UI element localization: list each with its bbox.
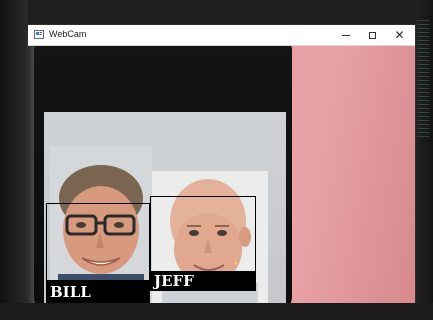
desktop-right-edge <box>415 0 433 320</box>
desktop-left-edge <box>0 0 28 320</box>
background-code-window <box>417 20 429 140</box>
close-button[interactable]: ✕ <box>386 25 413 45</box>
close-icon: ✕ <box>394 28 405 42</box>
window-titlebar[interactable]: WebCam ✕ <box>28 25 415 46</box>
webcam-window-icon <box>34 30 44 39</box>
desktop-background: WebCam ✕ BILL JEFF <box>0 0 433 320</box>
minimize-button[interactable] <box>332 25 359 45</box>
minimize-icon <box>341 34 350 36</box>
window-title: WebCam <box>49 29 87 39</box>
maximize-icon <box>369 31 376 39</box>
detection-label-bill: BILL <box>46 280 150 303</box>
webcam-window[interactable]: WebCam ✕ BILL JEFF <box>28 25 415 305</box>
maximize-button[interactable] <box>359 25 386 45</box>
detection-label-jeff: JEFF <box>150 271 256 291</box>
desktop-bottom-strip <box>0 303 433 320</box>
